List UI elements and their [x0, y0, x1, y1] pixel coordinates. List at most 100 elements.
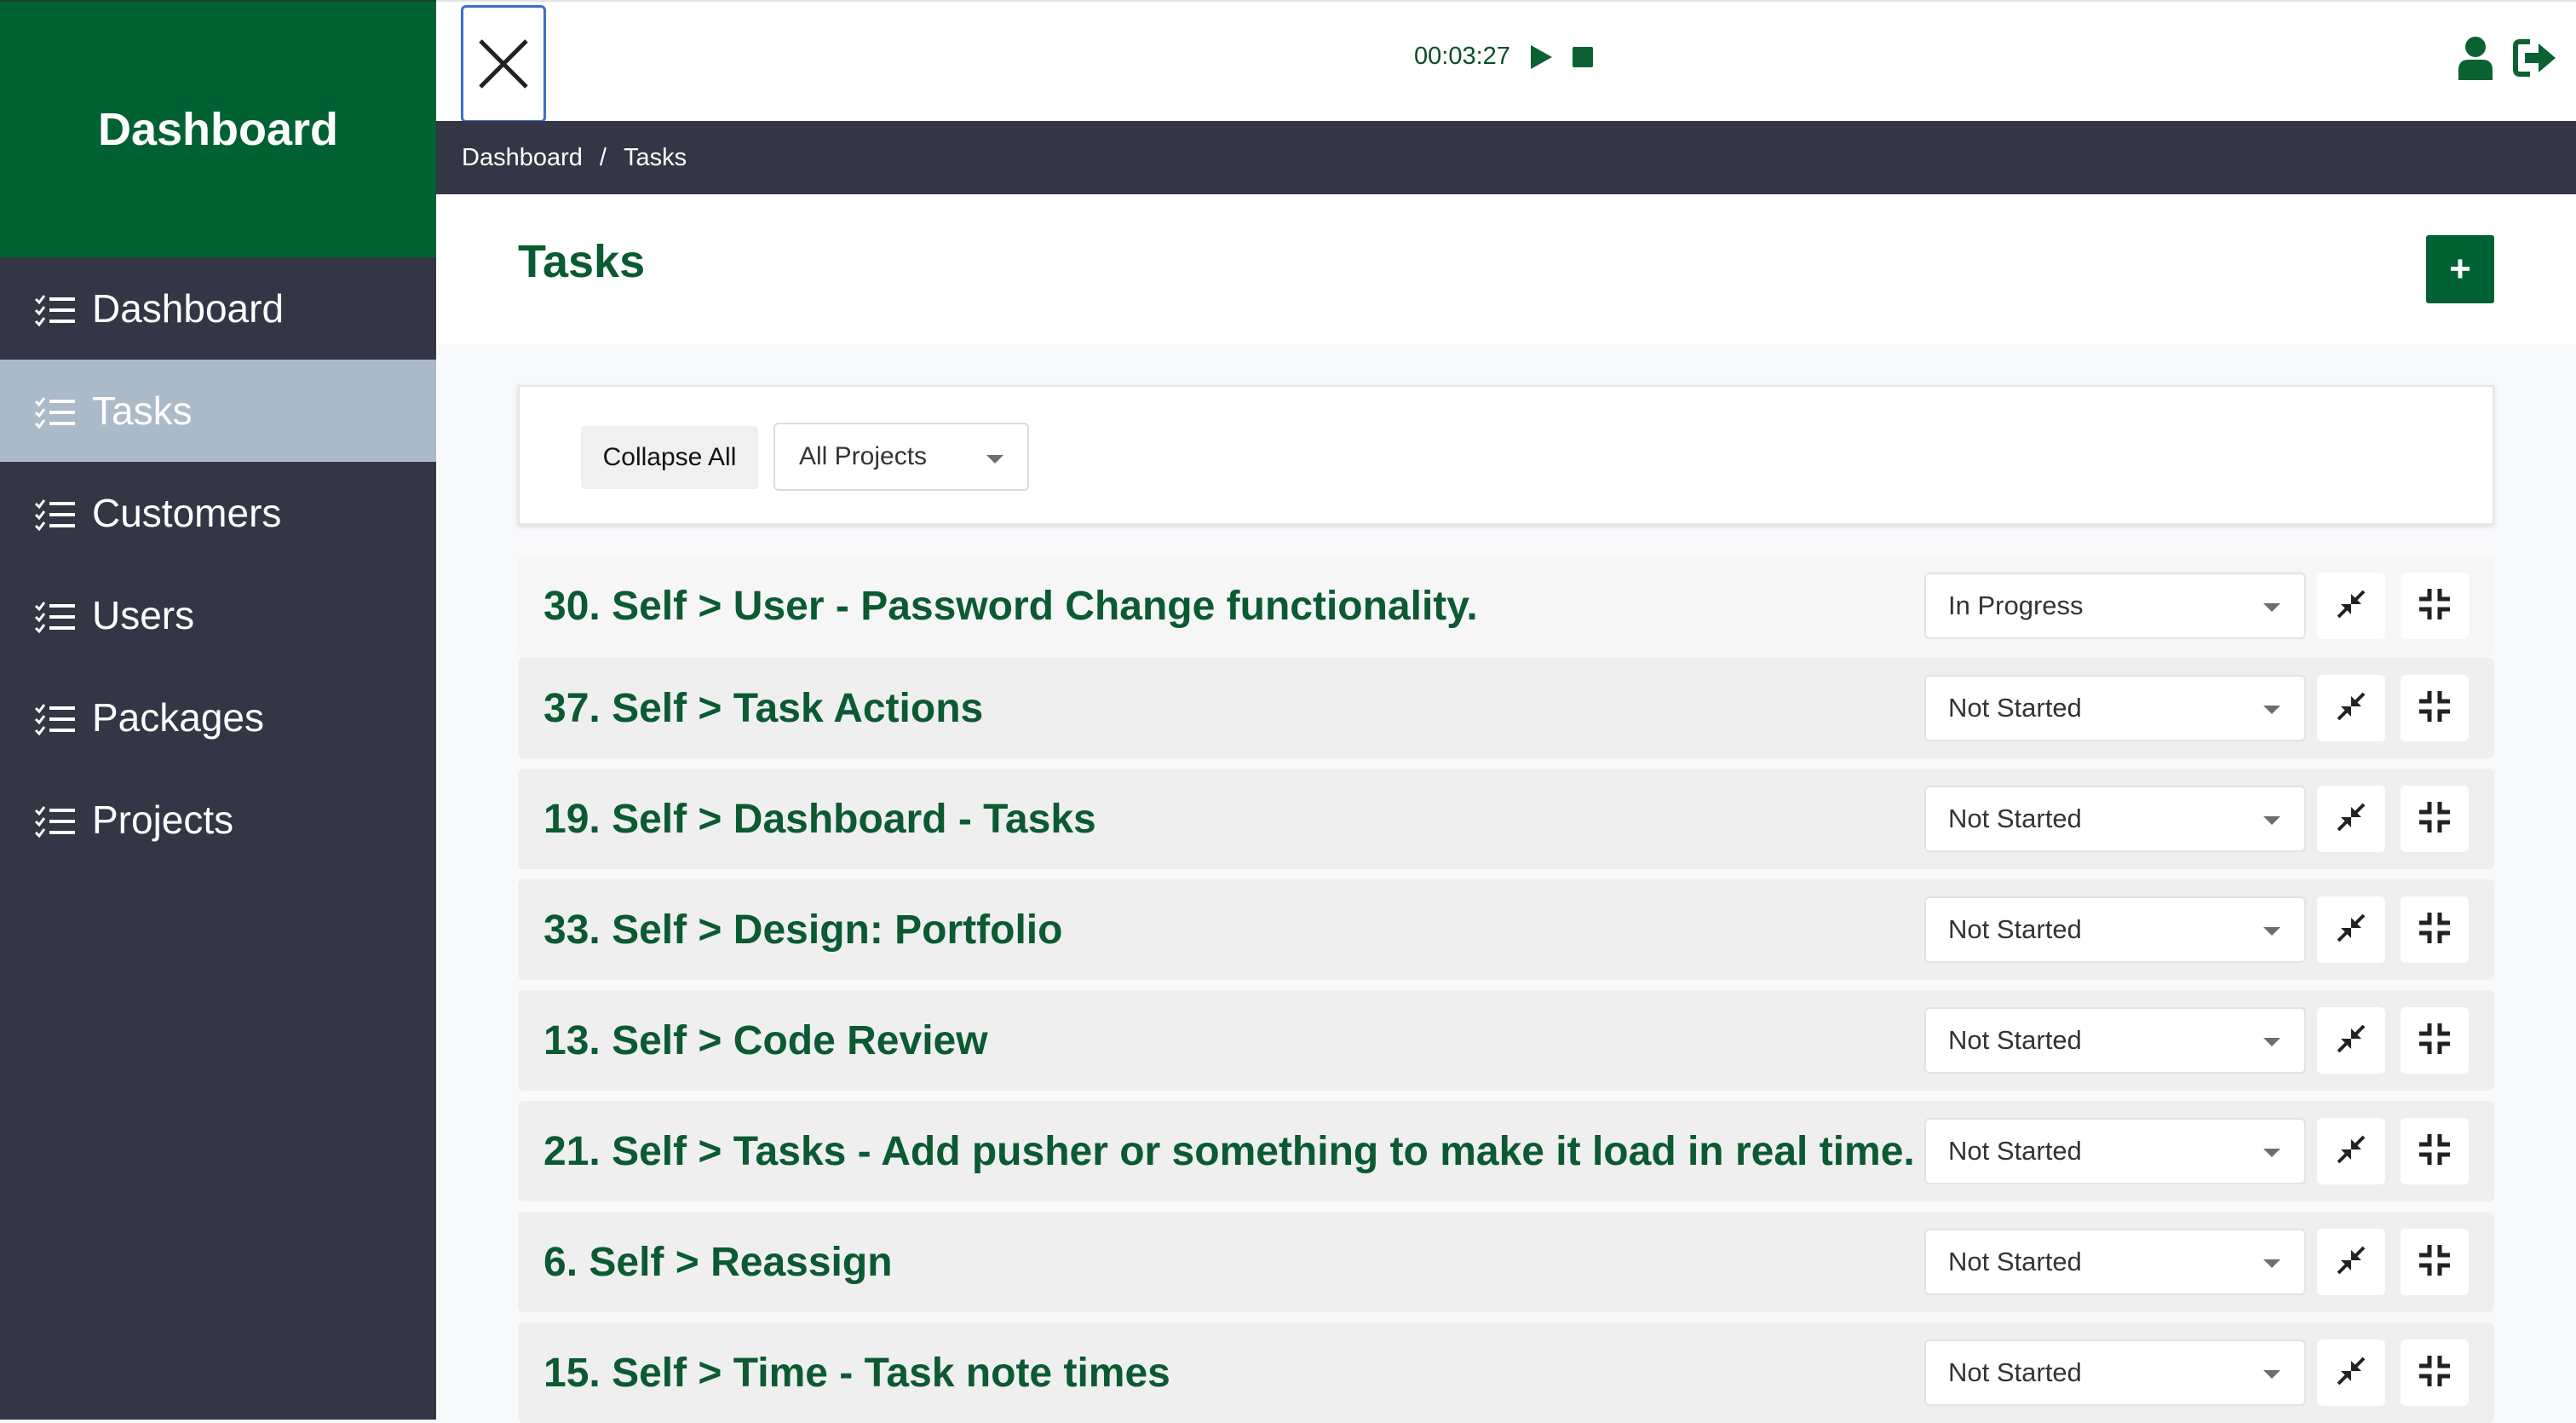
sidebar-item-label: Packages	[92, 695, 265, 740]
task-row: 33. Self > Design: Portfolio Not Started	[518, 879, 2494, 980]
collapse-icon	[2418, 1132, 2452, 1171]
task-title[interactable]: 33. Self > Design: Portfolio	[543, 879, 1062, 980]
compress-button[interactable]	[2317, 1118, 2385, 1184]
logout-icon[interactable]	[2513, 38, 2557, 78]
chevron-down-icon	[2263, 927, 2280, 936]
collapse-icon	[2418, 1354, 2452, 1392]
compress-button[interactable]	[2317, 1007, 2385, 1074]
sidebar-item-label: Customers	[92, 491, 282, 535]
sidebar-item-label: Tasks	[92, 389, 193, 433]
task-row: 15. Self > Time - Task note times Not St…	[518, 1322, 2494, 1423]
chevron-down-icon	[2263, 1370, 2280, 1379]
collapse-icon	[2418, 911, 2452, 949]
sidebar-item-users[interactable]: Users	[0, 564, 436, 666]
collapse-button[interactable]	[2401, 573, 2469, 639]
chevron-down-icon	[986, 455, 1003, 464]
compress-arrows-icon	[2336, 1023, 2366, 1058]
status-select-value: Not Started	[1948, 1025, 2082, 1055]
chevron-down-icon	[2263, 706, 2280, 714]
chevron-down-icon	[2263, 1038, 2280, 1046]
collapse-icon	[2418, 1243, 2452, 1282]
compress-button[interactable]	[2317, 675, 2385, 741]
status-select[interactable]: Not Started	[1924, 1118, 2306, 1184]
sidebar-nav: Dashboard Tasks Customers Users Packages…	[0, 257, 436, 871]
status-select-value: Not Started	[1948, 693, 2082, 723]
collapse-icon	[2418, 587, 2452, 625]
status-select-value: Not Started	[1948, 1247, 2082, 1276]
compress-button[interactable]	[2317, 896, 2385, 963]
chevron-down-icon	[2263, 816, 2280, 825]
list-check-icon	[34, 803, 77, 838]
task-title[interactable]: 15. Self > Time - Task note times	[543, 1322, 1170, 1423]
collapse-button[interactable]	[2401, 1007, 2469, 1074]
add-task-button[interactable]: +	[2426, 235, 2494, 303]
sidebar-item-dashboard[interactable]: Dashboard	[0, 257, 436, 360]
status-select[interactable]: Not Started	[1924, 896, 2306, 963]
task-title[interactable]: 6. Self > Reassign	[543, 1212, 893, 1312]
chevron-down-icon	[2263, 603, 2280, 612]
project-select[interactable]: All Projects	[773, 423, 1029, 491]
status-select[interactable]: Not Started	[1924, 1007, 2306, 1074]
status-select[interactable]: Not Started	[1924, 786, 2306, 852]
collapse-button[interactable]	[2401, 1229, 2469, 1295]
task-row: 19. Self > Dashboard - Tasks Not Started	[518, 769, 2494, 869]
stop-icon[interactable]	[1572, 46, 1594, 68]
collapse-button[interactable]	[2401, 1118, 2469, 1184]
collapse-button[interactable]	[2401, 675, 2469, 741]
breadcrumb-dashboard[interactable]: Dashboard	[462, 144, 583, 172]
task-title[interactable]: 13. Self > Code Review	[543, 990, 988, 1091]
breadcrumb-tasks: Tasks	[623, 143, 687, 171]
status-select-value: Not Started	[1948, 1357, 2082, 1387]
status-select[interactable]: Not Started	[1924, 1229, 2306, 1295]
brand-header[interactable]: Dashboard	[0, 0, 436, 257]
project-select-value: All Projects	[799, 442, 928, 470]
task-title[interactable]: 21. Self > Tasks - Add pusher or somethi…	[543, 1101, 1915, 1201]
compress-arrows-icon	[2336, 1356, 2366, 1391]
collapse-button[interactable]	[2401, 896, 2469, 963]
status-select-value: Not Started	[1948, 1136, 2082, 1166]
compress-arrows-icon	[2336, 589, 2366, 624]
breadcrumb-separator: /	[599, 143, 607, 171]
sidebar: Dashboard Dashboard Tasks Customers User…	[0, 0, 436, 1420]
list-check-icon	[34, 700, 77, 736]
collapse-button[interactable]	[2401, 786, 2469, 852]
task-title[interactable]: 30. Self > User - Password Change functi…	[543, 556, 1478, 656]
sidebar-item-customers[interactable]: Customers	[0, 462, 436, 564]
collapse-all-button[interactable]: Collapse All	[581, 426, 758, 489]
chevron-down-icon	[2263, 1149, 2280, 1157]
task-row: 6. Self > Reassign Not Started	[518, 1212, 2494, 1312]
compress-arrows-icon	[2336, 691, 2366, 726]
task-title[interactable]: 19. Self > Dashboard - Tasks	[543, 769, 1096, 869]
compress-arrows-icon	[2336, 1245, 2366, 1280]
sidebar-item-projects[interactable]: Projects	[0, 769, 436, 871]
filter-card: Collapse All All Projects	[518, 385, 2494, 525]
user-icon[interactable]	[2457, 36, 2494, 80]
collapse-icon	[2418, 689, 2452, 728]
close-button[interactable]	[461, 5, 546, 123]
play-icon[interactable]	[1529, 44, 1553, 70]
task-title[interactable]: 37. Self > Task Actions	[543, 658, 983, 758]
task-row: 13. Self > Code Review Not Started	[518, 990, 2494, 1091]
sidebar-item-tasks[interactable]: Tasks	[0, 360, 436, 462]
sidebar-item-label: Dashboard	[92, 286, 285, 331]
timer: 00:03:27	[1414, 43, 1594, 71]
status-select[interactable]: In Progress	[1924, 573, 2306, 639]
task-row: 37. Self > Task Actions Not Started	[518, 658, 2494, 758]
compress-arrows-icon	[2336, 802, 2366, 837]
brand-title: Dashboard	[97, 104, 339, 155]
list-check-icon	[34, 394, 77, 429]
compress-button[interactable]	[2317, 1339, 2385, 1406]
collapse-icon	[2418, 800, 2452, 838]
list-check-icon	[34, 598, 77, 634]
collapse-button[interactable]	[2401, 1339, 2469, 1406]
compress-button[interactable]	[2317, 573, 2385, 639]
task-row: 21. Self > Tasks - Add pusher or somethi…	[518, 1101, 2494, 1201]
compress-button[interactable]	[2317, 1229, 2385, 1295]
timer-display: 00:03:27	[1414, 43, 1510, 70]
page-header: Tasks +	[436, 194, 2576, 344]
compress-arrows-icon	[2336, 1134, 2366, 1169]
status-select[interactable]: Not Started	[1924, 1339, 2306, 1406]
sidebar-item-packages[interactable]: Packages	[0, 666, 436, 769]
compress-button[interactable]	[2317, 786, 2385, 852]
status-select[interactable]: Not Started	[1924, 675, 2306, 741]
